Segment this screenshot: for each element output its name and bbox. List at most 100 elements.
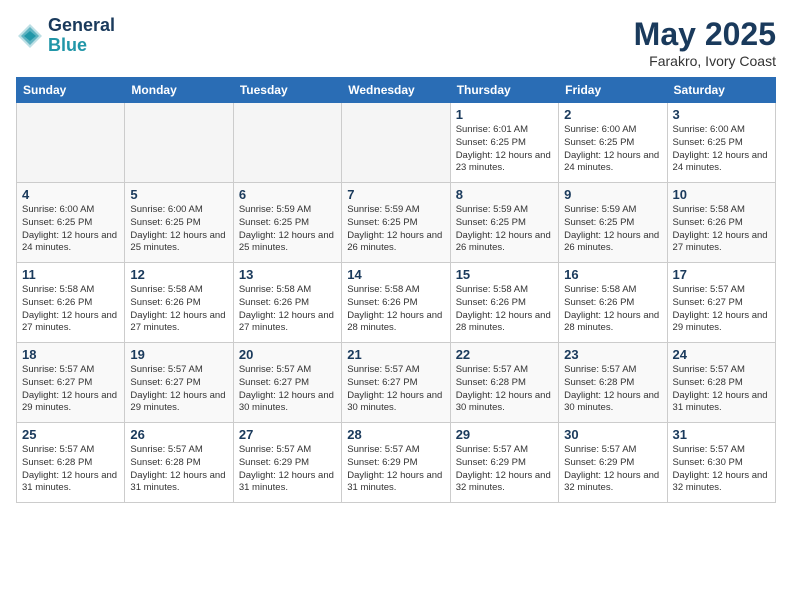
calendar-cell: 25 Sunrise: 5:57 AMSunset: 6:28 PMDayligh… bbox=[17, 423, 125, 503]
day-number: 10 bbox=[673, 187, 770, 202]
day-number: 16 bbox=[564, 267, 661, 282]
calendar-cell: 19 Sunrise: 5:57 AMSunset: 6:27 PMDayligh… bbox=[125, 343, 233, 423]
weekday-header: Sunday bbox=[17, 78, 125, 103]
cell-sun-info: Sunrise: 5:59 AMSunset: 6:25 PMDaylight:… bbox=[456, 204, 553, 255]
calendar-cell bbox=[233, 103, 341, 183]
cell-sun-info: Sunrise: 5:57 AMSunset: 6:29 PMDaylight:… bbox=[456, 444, 553, 495]
calendar-cell: 16 Sunrise: 5:58 AMSunset: 6:26 PMDayligh… bbox=[559, 263, 667, 343]
weekday-header: Friday bbox=[559, 78, 667, 103]
calendar-week-row: 11 Sunrise: 5:58 AMSunset: 6:26 PMDayligh… bbox=[17, 263, 776, 343]
day-number: 20 bbox=[239, 347, 336, 362]
calendar-cell: 3 Sunrise: 6:00 AMSunset: 6:25 PMDaylight… bbox=[667, 103, 775, 183]
day-number: 17 bbox=[673, 267, 770, 282]
day-number: 31 bbox=[673, 427, 770, 442]
weekday-header: Thursday bbox=[450, 78, 558, 103]
cell-sun-info: Sunrise: 5:57 AMSunset: 6:29 PMDaylight:… bbox=[564, 444, 661, 495]
day-number: 13 bbox=[239, 267, 336, 282]
cell-sun-info: Sunrise: 5:58 AMSunset: 6:26 PMDaylight:… bbox=[347, 284, 444, 335]
calendar-cell: 26 Sunrise: 5:57 AMSunset: 6:28 PMDayligh… bbox=[125, 423, 233, 503]
calendar-week-row: 1 Sunrise: 6:01 AMSunset: 6:25 PMDaylight… bbox=[17, 103, 776, 183]
cell-sun-info: Sunrise: 5:58 AMSunset: 6:26 PMDaylight:… bbox=[130, 284, 227, 335]
day-number: 4 bbox=[22, 187, 119, 202]
calendar-cell: 27Sunrise: 5:57 AMSunset: 6:29 PMDayligh… bbox=[233, 423, 341, 503]
calendar-cell: 24Sunrise: 5:57 AMSunset: 6:28 PMDayligh… bbox=[667, 343, 775, 423]
weekday-header: Monday bbox=[125, 78, 233, 103]
logo: General Blue bbox=[16, 16, 115, 56]
cell-sun-info: Sunrise: 5:57 AMSunset: 6:28 PMDaylight:… bbox=[22, 444, 119, 495]
weekday-header: Saturday bbox=[667, 78, 775, 103]
calendar-cell: 11 Sunrise: 5:58 AMSunset: 6:26 PMDayligh… bbox=[17, 263, 125, 343]
calendar-cell: 6 Sunrise: 5:59 AMSunset: 6:25 PMDaylight… bbox=[233, 183, 341, 263]
cell-sun-info: Sunrise: 5:57 AMSunset: 6:28 PMDaylight:… bbox=[130, 444, 227, 495]
cell-sun-info: Sunrise: 5:59 AMSunset: 6:25 PMDaylight:… bbox=[347, 204, 444, 255]
calendar-cell: 28 Sunrise: 5:57 AMSunset: 6:29 PMDayligh… bbox=[342, 423, 450, 503]
location-title: Farakro, Ivory Coast bbox=[634, 53, 776, 69]
day-number: 9 bbox=[564, 187, 661, 202]
cell-sun-info: Sunrise: 5:58 AMSunset: 6:26 PMDaylight:… bbox=[564, 284, 661, 335]
day-number: 28 bbox=[347, 427, 444, 442]
cell-sun-info: Sunrise: 5:57 AMSunset: 6:29 PMDaylight:… bbox=[347, 444, 444, 495]
calendar-cell: 23 Sunrise: 5:57 AMSunset: 6:28 PMDayligh… bbox=[559, 343, 667, 423]
calendar-table: SundayMondayTuesdayWednesdayThursdayFrid… bbox=[16, 77, 776, 503]
calendar-cell: 9Sunrise: 5:59 AMSunset: 6:25 PMDaylight… bbox=[559, 183, 667, 263]
calendar-cell bbox=[125, 103, 233, 183]
logo-text: General Blue bbox=[48, 16, 115, 56]
weekday-header-row: SundayMondayTuesdayWednesdayThursdayFrid… bbox=[17, 78, 776, 103]
cell-sun-info: Sunrise: 5:57 AMSunset: 6:30 PMDaylight:… bbox=[673, 444, 770, 495]
day-number: 19 bbox=[130, 347, 227, 362]
day-number: 6 bbox=[239, 187, 336, 202]
calendar-cell: 22 Sunrise: 5:57 AMSunset: 6:28 PMDayligh… bbox=[450, 343, 558, 423]
cell-sun-info: Sunrise: 5:57 AMSunset: 6:27 PMDaylight:… bbox=[673, 284, 770, 335]
day-number: 3 bbox=[673, 107, 770, 122]
cell-sun-info: Sunrise: 5:58 AMSunset: 6:26 PMDaylight:… bbox=[673, 204, 770, 255]
cell-sun-info: Sunrise: 5:59 AMSunset: 6:25 PMDaylight:… bbox=[239, 204, 336, 255]
logo-icon bbox=[16, 22, 44, 50]
cell-sun-info: Sunrise: 6:00 AMSunset: 6:25 PMDaylight:… bbox=[564, 124, 661, 175]
day-number: 14 bbox=[347, 267, 444, 282]
calendar-cell: 30Sunrise: 5:57 AMSunset: 6:29 PMDayligh… bbox=[559, 423, 667, 503]
calendar-cell: 20 Sunrise: 5:57 AMSunset: 6:27 PMDayligh… bbox=[233, 343, 341, 423]
day-number: 29 bbox=[456, 427, 553, 442]
calendar-cell: 14 Sunrise: 5:58 AMSunset: 6:26 PMDayligh… bbox=[342, 263, 450, 343]
day-number: 15 bbox=[456, 267, 553, 282]
cell-sun-info: Sunrise: 5:57 AMSunset: 6:27 PMDaylight:… bbox=[239, 364, 336, 415]
weekday-header: Wednesday bbox=[342, 78, 450, 103]
cell-sun-info: Sunrise: 5:57 AMSunset: 6:27 PMDaylight:… bbox=[130, 364, 227, 415]
cell-sun-info: Sunrise: 5:57 AMSunset: 6:27 PMDaylight:… bbox=[22, 364, 119, 415]
calendar-cell: 31 Sunrise: 5:57 AMSunset: 6:30 PMDayligh… bbox=[667, 423, 775, 503]
cell-sun-info: Sunrise: 5:57 AMSunset: 6:28 PMDaylight:… bbox=[456, 364, 553, 415]
day-number: 26 bbox=[130, 427, 227, 442]
day-number: 23 bbox=[564, 347, 661, 362]
cell-sun-info: Sunrise: 5:58 AMSunset: 6:26 PMDaylight:… bbox=[456, 284, 553, 335]
calendar-cell: 17 Sunrise: 5:57 AMSunset: 6:27 PMDayligh… bbox=[667, 263, 775, 343]
weekday-header: Tuesday bbox=[233, 78, 341, 103]
cell-sun-info: Sunrise: 6:00 AMSunset: 6:25 PMDaylight:… bbox=[130, 204, 227, 255]
cell-sun-info: Sunrise: 5:58 AMSunset: 6:26 PMDaylight:… bbox=[239, 284, 336, 335]
day-number: 8 bbox=[456, 187, 553, 202]
cell-sun-info: Sunrise: 6:00 AMSunset: 6:25 PMDaylight:… bbox=[673, 124, 770, 175]
cell-sun-info: Sunrise: 5:58 AMSunset: 6:26 PMDaylight:… bbox=[22, 284, 119, 335]
cell-sun-info: Sunrise: 5:57 AMSunset: 6:28 PMDaylight:… bbox=[564, 364, 661, 415]
calendar-cell bbox=[342, 103, 450, 183]
day-number: 2 bbox=[564, 107, 661, 122]
day-number: 11 bbox=[22, 267, 119, 282]
day-number: 1 bbox=[456, 107, 553, 122]
cell-sun-info: Sunrise: 5:57 AMSunset: 6:28 PMDaylight:… bbox=[673, 364, 770, 415]
cell-sun-info: Sunrise: 6:00 AMSunset: 6:25 PMDaylight:… bbox=[22, 204, 119, 255]
day-number: 25 bbox=[22, 427, 119, 442]
calendar-cell: 5Sunrise: 6:00 AMSunset: 6:25 PMDaylight… bbox=[125, 183, 233, 263]
calendar-cell: 29 Sunrise: 5:57 AMSunset: 6:29 PMDayligh… bbox=[450, 423, 558, 503]
calendar-cell: 7Sunrise: 5:59 AMSunset: 6:25 PMDaylight… bbox=[342, 183, 450, 263]
day-number: 12 bbox=[130, 267, 227, 282]
calendar-cell: 21Sunrise: 5:57 AMSunset: 6:27 PMDayligh… bbox=[342, 343, 450, 423]
calendar-cell: 12 Sunrise: 5:58 AMSunset: 6:26 PMDayligh… bbox=[125, 263, 233, 343]
calendar-cell: 8 Sunrise: 5:59 AMSunset: 6:25 PMDaylight… bbox=[450, 183, 558, 263]
day-number: 22 bbox=[456, 347, 553, 362]
cell-sun-info: Sunrise: 6:01 AMSunset: 6:25 PMDaylight:… bbox=[456, 124, 553, 175]
calendar-cell: 10 Sunrise: 5:58 AMSunset: 6:26 PMDayligh… bbox=[667, 183, 775, 263]
cell-sun-info: Sunrise: 5:57 AMSunset: 6:29 PMDaylight:… bbox=[239, 444, 336, 495]
page-header: General Blue May 2025 Farakro, Ivory Coa… bbox=[16, 16, 776, 69]
calendar-cell: 13 Sunrise: 5:58 AMSunset: 6:26 PMDayligh… bbox=[233, 263, 341, 343]
month-title: May 2025 bbox=[634, 16, 776, 53]
day-number: 18 bbox=[22, 347, 119, 362]
